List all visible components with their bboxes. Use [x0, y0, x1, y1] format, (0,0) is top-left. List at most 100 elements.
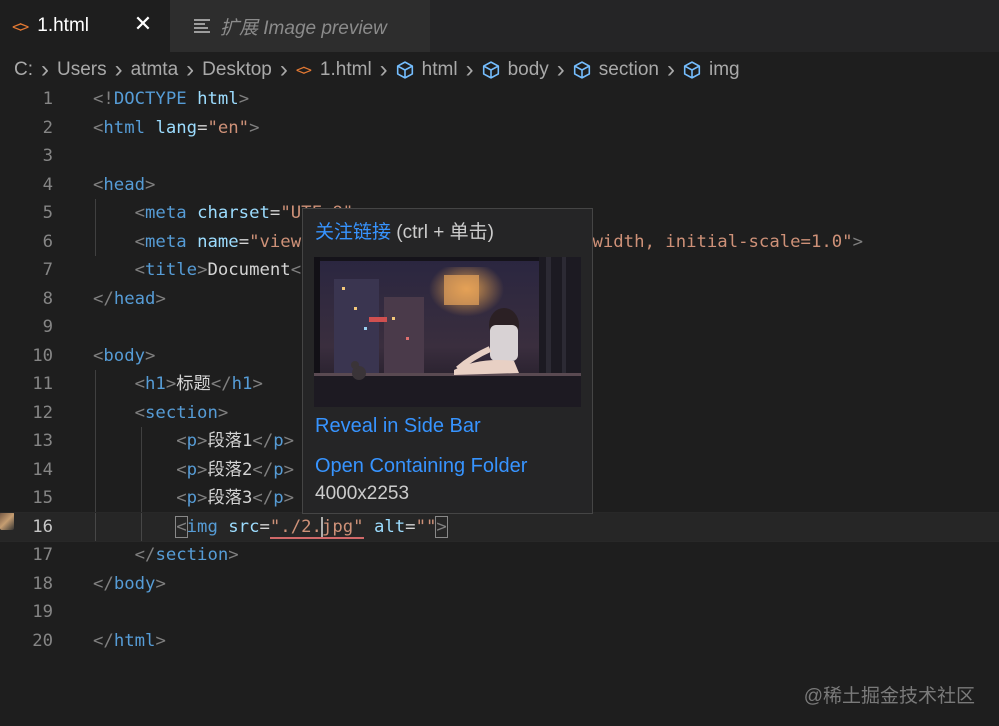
code-line[interactable]: 19 — [0, 598, 999, 627]
code-token-text: 标题 — [176, 374, 211, 394]
line-number: 2 — [42, 117, 53, 138]
code-line[interactable]: 2 <html lang="en"> — [0, 114, 999, 143]
code-line[interactable]: 3 — [0, 142, 999, 171]
code-token-text: = — [238, 231, 250, 252]
breadcrumb-item-c[interactable]: C: — [14, 59, 33, 81]
line-number: 17 — [32, 545, 53, 565]
chevron-right-icon: › — [379, 56, 388, 83]
breadcrumb-item-1html[interactable]: <> 1.html — [296, 59, 372, 81]
code-token-text: 段落1 — [207, 431, 253, 451]
breadcrumb-item-users[interactable]: Users — [57, 59, 107, 81]
code-token-tag: section — [155, 545, 229, 565]
code-token-punc: > — [252, 374, 263, 394]
code-line[interactable]: 1 <!DOCTYPE html> — [0, 85, 999, 114]
image-preview — [314, 257, 581, 407]
line-number: 14 — [32, 459, 53, 480]
code-token-punc: > — [217, 402, 229, 423]
code-token-sel: > — [435, 515, 448, 538]
breadcrumb-item-desktop[interactable]: Desktop — [202, 59, 272, 81]
code-text: <html lang="en"> — [93, 114, 260, 143]
breadcrumb-item-img[interactable]: img — [683, 59, 740, 81]
code-token-punc: </ — [93, 573, 114, 594]
line-number: 11 — [32, 374, 53, 394]
line-number: 7 — [42, 260, 53, 280]
html-file-icon: <> — [12, 16, 29, 36]
code-token-tag: p — [273, 459, 284, 480]
code-token-punc: > — [197, 488, 208, 508]
symbol-element-icon — [482, 61, 500, 79]
code-line[interactable]: 20 </html> — [0, 627, 999, 656]
chevron-right-icon: › — [114, 56, 123, 83]
code-token-attr: src — [228, 516, 260, 537]
breadcrumb-item-html[interactable]: html — [396, 59, 458, 81]
code-text: </body> — [93, 570, 166, 599]
image-hover-widget: 关注链接 (ctrl + 单击) Reveal in Side Bar Open… — [302, 208, 593, 514]
line-number: 5 — [42, 203, 53, 223]
close-icon[interactable]: ✕ — [132, 13, 154, 35]
breadcrumb-label: C: — [14, 59, 33, 80]
image-dimensions: 4000x2253 — [315, 483, 410, 504]
code-token-tag: html — [113, 630, 156, 651]
code-token-tag: h1 — [231, 374, 253, 394]
code-text: </html> — [93, 627, 166, 656]
code-token-punc: </ — [252, 431, 274, 451]
tab-image-preview[interactable]: 扩展 Image preview — [170, 0, 430, 52]
line-number: 4 — [42, 174, 53, 195]
code-token-punc: < — [176, 459, 187, 480]
code-token-attr: lang — [155, 117, 198, 138]
breadcrumb-item-body[interactable]: body — [482, 59, 549, 81]
code-token-text: Document — [207, 260, 291, 280]
code-token-sel: < — [175, 515, 188, 538]
follow-link[interactable]: 关注链接 — [315, 222, 391, 243]
code-text: <body> — [93, 342, 155, 371]
chevron-right-icon: › — [556, 56, 565, 83]
code-text: <p>段落1</p> — [93, 427, 294, 456]
code-token-punc: > — [283, 459, 295, 480]
code-token-text: = — [405, 516, 416, 537]
line-number: 6 — [42, 231, 53, 252]
code-token-tag: p — [273, 431, 284, 451]
code-token-punc: </ — [93, 630, 114, 651]
code-token-tag: img — [186, 516, 218, 537]
code-line[interactable]: 16 <img src="./2.jpg" alt=""> — [0, 511, 999, 542]
breadcrumb-item-section[interactable]: section — [573, 59, 659, 81]
code-text: </head> — [93, 285, 166, 314]
breadcrumb-label: img — [708, 59, 740, 80]
preview-icon — [194, 18, 210, 34]
symbol-element-icon — [573, 61, 591, 79]
code-text: <p>段落3</p> — [93, 484, 294, 513]
line-number: 20 — [32, 630, 53, 651]
code-text: <p>段落2</p> — [93, 456, 294, 485]
code-text: <h1>标题</h1> — [93, 370, 263, 399]
code-token-punc: < — [93, 174, 104, 195]
code-token-punc: < — [134, 203, 146, 223]
reveal-in-sidebar-link[interactable]: Reveal in Side Bar — [315, 415, 481, 438]
code-line[interactable]: 17 </section> — [0, 541, 999, 570]
breadcrumb-item-atmta[interactable]: atmta — [131, 59, 179, 81]
line-number: 8 — [42, 288, 53, 309]
code-line[interactable]: 4 <head> — [0, 171, 999, 200]
open-containing-folder-link[interactable]: Open Containing Folder — [315, 455, 527, 478]
code-text: <img src="./2.jpg" alt=""> — [93, 513, 448, 542]
breadcrumb-label: body — [507, 59, 549, 80]
code-token-src: jpg" — [321, 516, 364, 539]
code-token-tag: h1 — [145, 374, 166, 394]
chevron-right-icon: › — [465, 56, 474, 83]
code-line[interactable]: 18 </body> — [0, 570, 999, 599]
code-token-punc: > — [228, 545, 239, 565]
tab-1-html[interactable]: <> 1.html ✕ — [0, 0, 170, 52]
code-token-tag: meta — [145, 203, 187, 223]
code-token-tag: p — [273, 488, 284, 508]
line-number: 12 — [32, 402, 53, 423]
code-token-text: = — [259, 516, 270, 537]
